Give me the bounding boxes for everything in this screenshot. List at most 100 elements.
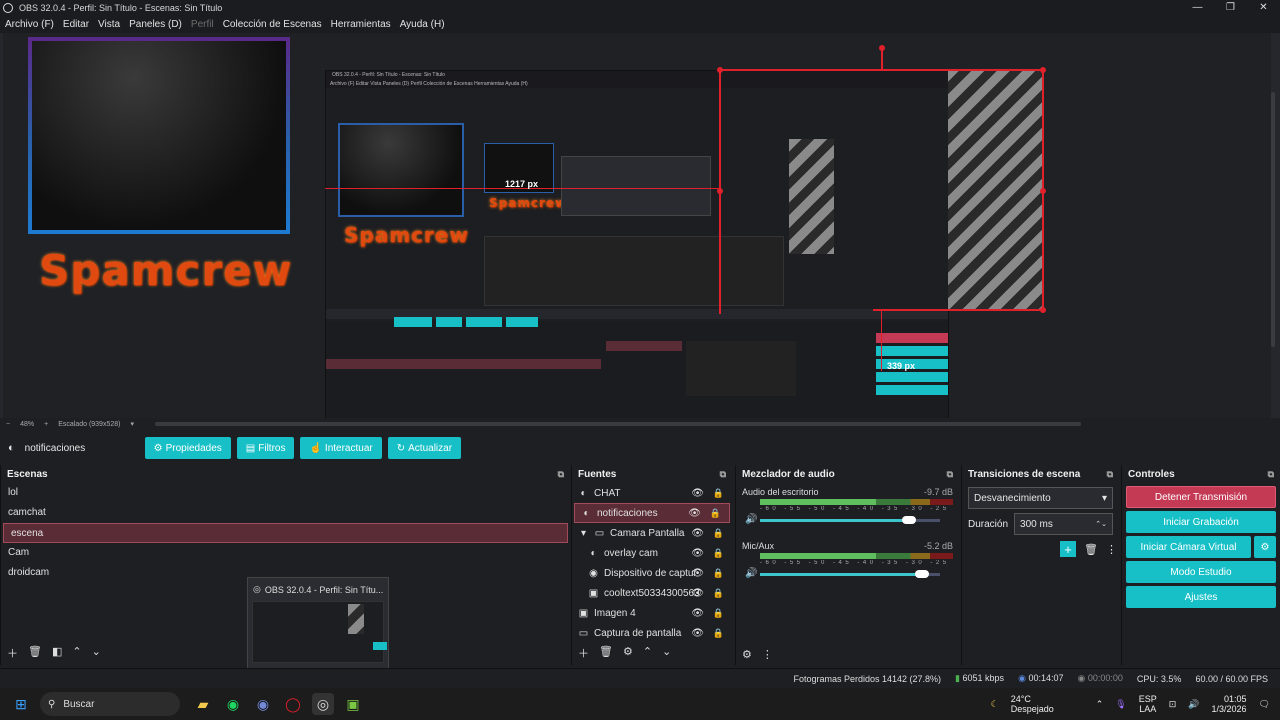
expand-arrow-icon[interactable]: ▾ bbox=[578, 528, 589, 539]
stop-stream-button[interactable]: Detener Transmisión bbox=[1126, 486, 1276, 508]
visibility-eye-icon[interactable]: 👁 bbox=[691, 608, 704, 619]
undock-icon[interactable]: ⧉ bbox=[558, 469, 564, 480]
menu-herramientas[interactable]: Herramientas bbox=[331, 19, 391, 30]
notifications-icon[interactable]: 🗨 bbox=[1259, 699, 1270, 710]
obs-taskbar-icon[interactable]: ◎ bbox=[312, 693, 334, 715]
lock-icon[interactable]: 🔒 bbox=[710, 508, 721, 519]
visibility-eye-icon[interactable]: 👁 bbox=[691, 528, 704, 539]
lock-icon[interactable]: 🔒 bbox=[713, 568, 724, 579]
spotify-icon[interactable]: ◉ bbox=[222, 693, 244, 715]
resize-handle-br[interactable] bbox=[1040, 307, 1046, 313]
menu-coleccion[interactable]: Colección de Escenas bbox=[223, 19, 322, 30]
weather-moon-icon[interactable]: ☾ bbox=[991, 699, 999, 710]
scale-label[interactable]: Escalado (939x528) bbox=[58, 421, 120, 428]
zoom-in-button[interactable]: + bbox=[44, 421, 48, 428]
remove-source-icon[interactable]: 🗑 bbox=[599, 645, 613, 661]
preview-hscroll[interactable] bbox=[155, 422, 1081, 426]
nested-obs-capture[interactable]: OBS 32.0.4 - Perfil: Sin Título - Escena… bbox=[325, 70, 949, 418]
zoom-out-button[interactable]: − bbox=[6, 421, 10, 428]
visibility-eye-icon[interactable]: 👁 bbox=[688, 508, 701, 519]
properties-button[interactable]: ⚙ Propiedades bbox=[144, 437, 231, 459]
source-group[interactable]: ▾ ▭ Camara Pantalla 👁 🔒 bbox=[572, 523, 732, 543]
start-recording-button[interactable]: Iniciar Grabación bbox=[1126, 511, 1276, 533]
source-item[interactable]: ◐ CHAT 👁 🔒 bbox=[572, 483, 732, 503]
speaker-icon[interactable]: 🔊 bbox=[745, 568, 757, 579]
source-item-selected[interactable]: ◐ notificaciones 👁 🔒 bbox=[574, 503, 730, 523]
undock-icon[interactable]: ⧉ bbox=[720, 469, 726, 480]
language-indicator[interactable]: ESP LAA bbox=[1139, 694, 1157, 714]
menu-editar[interactable]: Editar bbox=[63, 19, 89, 30]
fader-knob[interactable] bbox=[902, 516, 916, 524]
speaker-icon[interactable]: 🔊 bbox=[745, 514, 757, 525]
scene-filters-icon[interactable]: ◧ bbox=[52, 645, 62, 661]
android-app-icon[interactable]: ▣ bbox=[342, 693, 364, 715]
lock-icon[interactable]: 🔒 bbox=[713, 608, 724, 619]
volume-icon[interactable]: 🔊 bbox=[1188, 699, 1199, 710]
move-up-icon[interactable]: ⌃ bbox=[72, 645, 81, 661]
lock-icon[interactable]: 🔒 bbox=[713, 588, 724, 599]
filters-button[interactable]: ▤ Filtros bbox=[236, 437, 295, 459]
undock-icon[interactable]: ⧉ bbox=[1268, 469, 1274, 480]
fader-knob[interactable] bbox=[915, 570, 929, 578]
transition-select[interactable]: Desvanecimiento ▾ bbox=[968, 487, 1113, 509]
taskbar-search[interactable]: ⚲ Buscar bbox=[40, 692, 180, 716]
scene-item[interactable]: lol bbox=[1, 483, 570, 503]
menu-archivo[interactable]: Archivo (F) bbox=[5, 19, 54, 30]
lock-icon[interactable]: 🔒 bbox=[713, 548, 724, 559]
mixer-settings-icon[interactable]: ⚙ bbox=[742, 648, 752, 661]
visibility-eye-icon[interactable]: 👁 bbox=[691, 488, 704, 499]
windows-start-icon[interactable]: ⊞ bbox=[10, 693, 32, 715]
source-item[interactable]: ◐ overlay cam 👁 🔒 bbox=[572, 543, 732, 563]
close-button[interactable]: ✕ bbox=[1247, 0, 1280, 15]
add-transition-icon[interactable]: + bbox=[1060, 541, 1076, 557]
move-down-icon[interactable]: ⌄ bbox=[92, 645, 101, 661]
menu-ayuda[interactable]: Ayuda (H) bbox=[400, 19, 445, 30]
rotation-handle[interactable] bbox=[879, 45, 885, 51]
opera-icon[interactable]: ◯ bbox=[282, 693, 304, 715]
lock-icon[interactable]: 🔒 bbox=[713, 488, 724, 499]
source-item[interactable]: ▣ Imagen 4 👁 🔒 bbox=[572, 603, 732, 623]
studio-mode-button[interactable]: Modo Estudio bbox=[1126, 561, 1276, 583]
volume-fader[interactable]: 🔊 bbox=[745, 568, 953, 579]
scale-dropdown-icon[interactable]: ▾ bbox=[130, 420, 134, 428]
resize-handle-tl[interactable] bbox=[717, 67, 723, 73]
visibility-eye-icon[interactable]: 👁 bbox=[691, 568, 704, 579]
file-explorer-icon[interactable]: ▰ bbox=[192, 693, 214, 715]
duration-spinbox[interactable]: 300 ms ⌃⌄ bbox=[1014, 513, 1113, 535]
start-virtual-cam-button[interactable]: Iniciar Cámara Virtual bbox=[1126, 536, 1251, 558]
scene-item[interactable]: Cam bbox=[1, 543, 570, 563]
resize-handle-r[interactable] bbox=[1040, 188, 1046, 194]
menu-paneles[interactable]: Paneles (D) bbox=[129, 19, 182, 30]
preview-canvas[interactable]: Spamcrew OBS 32.0.4 - Perfil: Sin Título… bbox=[3, 33, 1271, 418]
source-item[interactable]: ▣ cooltext50334300563 👁 🔒 bbox=[572, 583, 732, 603]
add-source-icon[interactable]: ＋ bbox=[578, 645, 589, 661]
network-icon[interactable]: ⊡ bbox=[1169, 699, 1177, 710]
add-scene-icon[interactable]: ＋ bbox=[7, 645, 18, 661]
volume-fader[interactable]: 🔊 bbox=[745, 514, 953, 525]
lock-icon[interactable]: 🔒 bbox=[713, 628, 724, 639]
resize-handle-tr[interactable] bbox=[1040, 67, 1046, 73]
source-settings-icon[interactable]: ⚙ bbox=[623, 645, 633, 661]
camera-source[interactable] bbox=[28, 37, 290, 234]
preview-vscroll[interactable] bbox=[1271, 92, 1275, 347]
refresh-button[interactable]: ↻ Actualizar bbox=[387, 437, 462, 459]
mic-icon[interactable]: 🎙 bbox=[1115, 699, 1126, 710]
striped-placeholder[interactable] bbox=[948, 69, 1043, 311]
menu-perfil[interactable]: Perfil bbox=[191, 19, 214, 30]
taskbar-thumbnail-preview[interactable]: ◎ OBS 32.0.4 - Perfil: Sin Títu... bbox=[247, 577, 389, 670]
visibility-eye-icon[interactable]: 👁 bbox=[691, 588, 704, 599]
source-item[interactable]: ◉ Dispositivo de captur 👁 🔒 bbox=[572, 563, 732, 583]
source-item[interactable]: ▭ Captura de pantalla 👁 🔒 bbox=[572, 623, 732, 643]
discord-icon[interactable]: ◉ bbox=[252, 693, 274, 715]
visibility-eye-icon[interactable]: 👁 bbox=[691, 548, 704, 559]
scene-item-selected[interactable]: escena bbox=[3, 523, 568, 543]
spin-arrows-icon[interactable]: ⌃⌄ bbox=[1095, 520, 1107, 528]
remove-scene-icon[interactable]: 🗑 bbox=[28, 645, 42, 661]
menu-vista[interactable]: Vista bbox=[98, 19, 120, 30]
interact-button[interactable]: ☝ Interactuar bbox=[300, 437, 382, 459]
remove-transition-icon[interactable]: 🗑 bbox=[1084, 543, 1098, 556]
weather-widget[interactable]: 24°C Despejado bbox=[1011, 694, 1054, 714]
minimize-button[interactable]: — bbox=[1181, 0, 1214, 15]
tray-expand-icon[interactable]: ⌃ bbox=[1096, 699, 1104, 710]
move-down-icon[interactable]: ⌄ bbox=[662, 645, 671, 661]
